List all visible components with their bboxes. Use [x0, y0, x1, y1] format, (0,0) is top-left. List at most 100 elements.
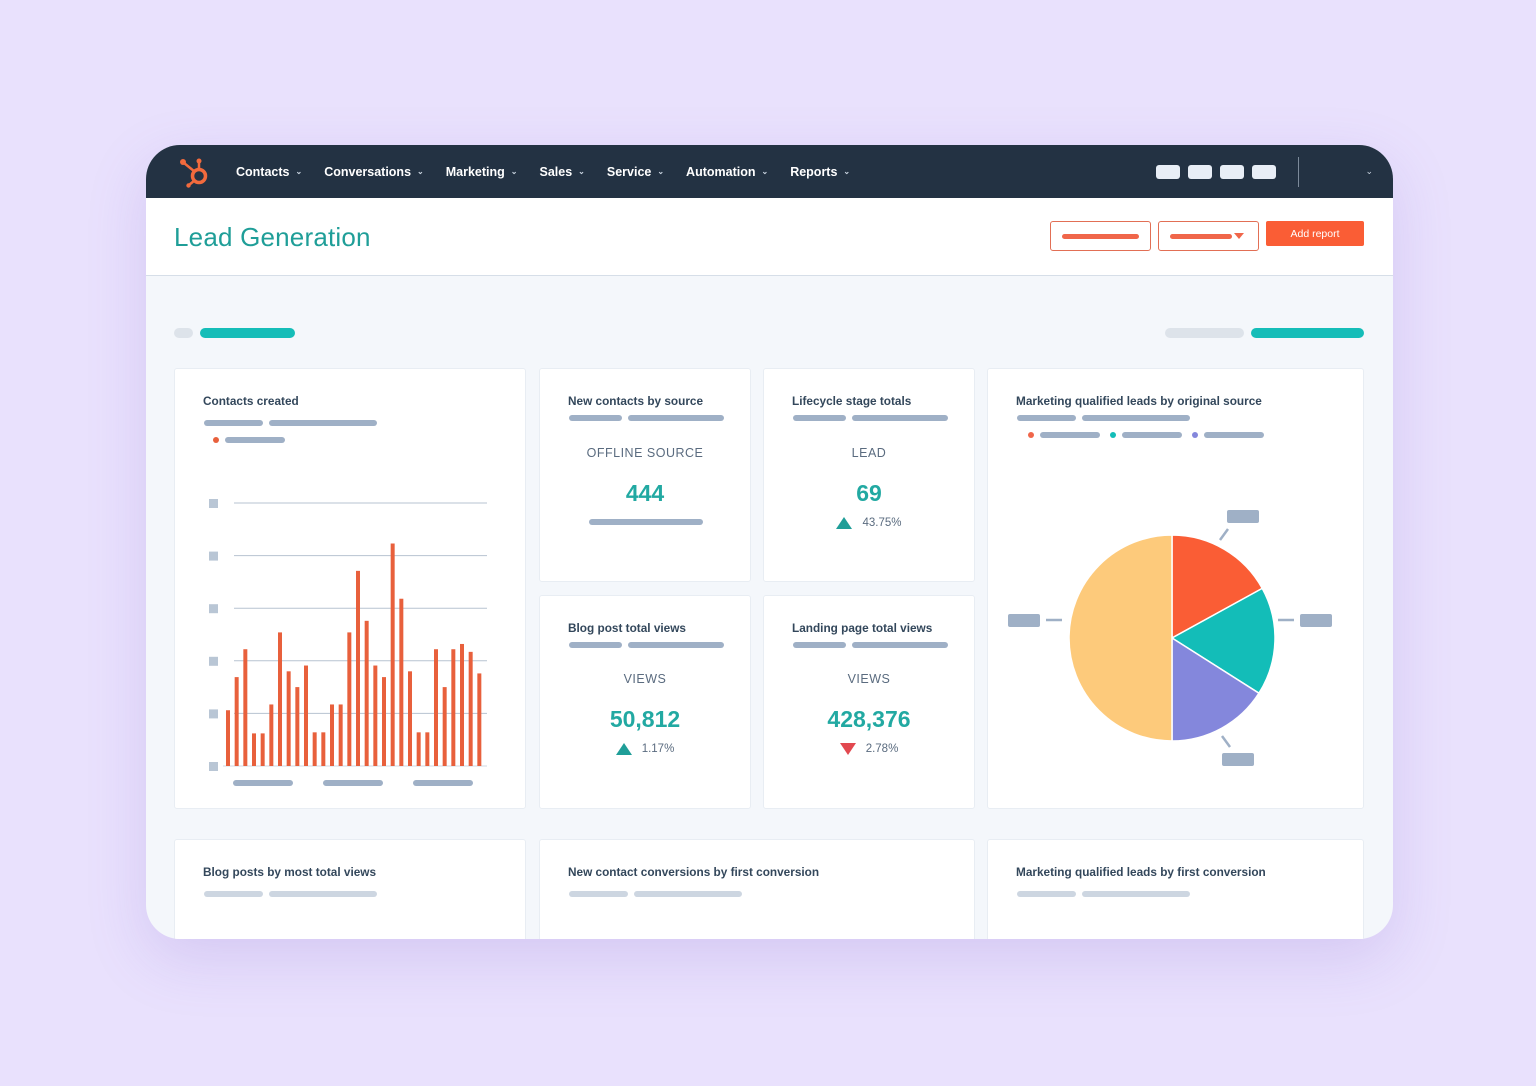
bar [382, 677, 386, 766]
button-label-placeholder [1170, 234, 1232, 239]
bar [425, 732, 430, 766]
bar [364, 620, 369, 766]
kpi-label: LEAD [851, 446, 887, 460]
kpi-change: 1.17% [540, 743, 750, 755]
app-window: Contacts ⌄ Conversations ⌄ Marketing ⌄ Sale… [146, 145, 1393, 939]
bar [434, 649, 438, 766]
bar [269, 704, 274, 766]
x-tick-label-placeholder [233, 780, 293, 786]
add-report-button[interactable]: Add report [1266, 221, 1364, 246]
bar [286, 671, 291, 766]
nav-item-contacts[interactable]: Contacts ⌄ [236, 165, 302, 179]
filter-placeholder[interactable] [174, 328, 193, 338]
kpi-change-value: 2.78% [865, 743, 899, 755]
mql-pie-chart [1008, 510, 1332, 766]
card-blog-posts-by-most-total-views[interactable]: Blog posts by most total views [174, 839, 526, 939]
bar [252, 733, 256, 766]
pie-slice [1068, 534, 1173, 742]
card-new-contact-conversions[interactable]: New contact conversions by first convers… [539, 839, 975, 939]
filter-active-pill[interactable] [200, 328, 295, 338]
kpi-value: 428,376 [827, 706, 911, 732]
slice-label-placeholder [1300, 614, 1332, 627]
nav-item-service[interactable]: Service ⌄ [607, 165, 664, 179]
x-tick-label-placeholder [323, 780, 383, 786]
nav-utility-button[interactable] [1220, 164, 1245, 179]
nav-item-label: Conversations [324, 164, 412, 179]
nav-item-sales[interactable]: Sales ⌄ [539, 165, 584, 179]
text-placeholder [852, 642, 948, 648]
hubspot-logo-icon[interactable] [176, 154, 212, 190]
kpi-label: OFFLINE SOURCE [586, 446, 704, 460]
text-placeholder [269, 891, 377, 897]
nav-utility-button[interactable] [1156, 164, 1181, 179]
nav-item-automation[interactable]: Automation ⌄ [686, 165, 768, 179]
text-placeholder [589, 519, 703, 525]
card-new-contacts-by-source[interactable]: New contacts by source OFFLINE SOURCE 44… [539, 368, 751, 582]
card-title: Landing page total views [792, 621, 933, 635]
bar [295, 687, 300, 766]
kpi-value: 50,812 [609, 706, 681, 732]
chevron-down-icon: ⌄ [578, 167, 585, 176]
nav-item-marketing[interactable]: Marketing ⌄ [446, 165, 518, 179]
card-blog-post-total-views[interactable]: Blog post total views VIEWS 50,812 1.17% [539, 595, 751, 809]
card-title: New contact conversions by first convers… [568, 865, 820, 879]
nav-utility-button[interactable] [1252, 164, 1277, 179]
bar [477, 673, 482, 766]
card-lifecycle-stage-totals[interactable]: Lifecycle stage totals LEAD 69 43.75% [763, 368, 975, 582]
filter-active-pill-right[interactable] [1251, 328, 1364, 338]
bar [373, 665, 378, 766]
leader-line [1218, 528, 1230, 541]
header-action-button[interactable] [1050, 221, 1151, 251]
slice-label-placeholder [1222, 753, 1254, 766]
nav-item-conversations[interactable]: Conversations ⌄ [324, 165, 424, 179]
y-tick-label-placeholder [209, 656, 218, 666]
trend-up-icon [836, 517, 853, 529]
kpi-change: 43.75% [764, 517, 974, 529]
card-title: Blog posts by most total views [203, 865, 377, 879]
text-placeholder [569, 415, 622, 421]
slice-label-placeholder [1227, 510, 1259, 523]
bar [234, 677, 239, 766]
bar [243, 649, 248, 766]
contacts-bar-chart [209, 499, 487, 786]
text-placeholder [793, 642, 846, 648]
text-placeholder [628, 415, 724, 421]
text-placeholder [852, 415, 948, 421]
nav-utility-button[interactable] [1188, 164, 1213, 179]
bar [442, 687, 447, 766]
nav-menu: Contacts ⌄ Conversations ⌄ Marketing ⌄ Sale… [236, 145, 872, 198]
kpi-value: 69 [856, 480, 882, 506]
card-title: New contacts by source [568, 394, 704, 408]
bar [460, 643, 464, 766]
bar [347, 632, 352, 766]
nav-item-label: Reports [790, 164, 838, 179]
account-menu-chevron-icon[interactable]: ⌄ [1365, 166, 1373, 177]
bar [304, 665, 308, 766]
y-tick-label-placeholder [209, 604, 218, 614]
nav-item-label: Automation [686, 164, 756, 179]
card-landing-page-total-views[interactable]: Landing page total views VIEWS 428,376 2… [763, 595, 975, 809]
kpi-change-value: 43.75% [862, 517, 902, 529]
caret-down-icon [1234, 233, 1244, 239]
y-tick-label-placeholder [209, 499, 218, 508]
slice-label-placeholder [1008, 614, 1040, 627]
nav-item-label: Marketing [445, 164, 505, 179]
bar [260, 733, 265, 766]
bar [399, 598, 404, 766]
bar [330, 704, 334, 766]
card-mql-by-original-source[interactable]: Marketing qualified leads by original so… [987, 368, 1364, 809]
nav-divider [1298, 156, 1300, 187]
card-contacts-created[interactable]: Contacts created [174, 368, 526, 809]
page-header: Lead Generation Add report [146, 198, 1393, 276]
kpi-value: 444 [625, 480, 665, 506]
text-placeholder [628, 642, 724, 648]
header-dropdown-button[interactable] [1158, 221, 1259, 251]
card-mql-by-first-conversion[interactable]: Marketing qualified leads by first conve… [987, 839, 1364, 939]
bar [356, 570, 360, 766]
kpi-change: 2.78% [764, 743, 974, 755]
filter-placeholder-right[interactable] [1165, 328, 1244, 338]
nav-item-reports[interactable]: Reports ⌄ [790, 165, 850, 179]
text-placeholder [569, 642, 622, 648]
text-placeholder [1082, 891, 1190, 897]
chevron-down-icon: ⌄ [295, 167, 303, 176]
